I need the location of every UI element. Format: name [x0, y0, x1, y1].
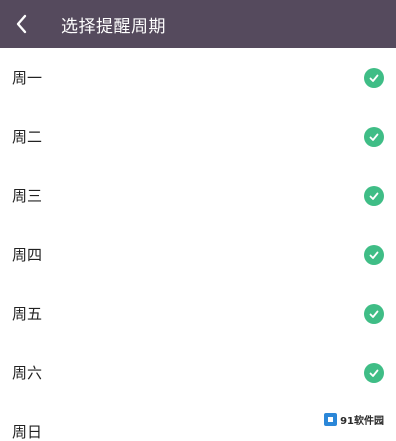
check-icon [364, 362, 384, 383]
top-bar: 选择提醒周期 [0, 0, 396, 48]
day-label: 周六 [12, 364, 43, 382]
check-icon [364, 185, 384, 206]
chevron-left-icon [16, 14, 27, 34]
day-row-tuesday[interactable]: 周二 [0, 107, 396, 166]
watermark: 91软件园 [324, 412, 384, 427]
watermark-logo-icon [324, 413, 338, 426]
day-list: 周一 周二 周三 周四 周五 周六 周日 [0, 48, 396, 441]
screen: 选择提醒周期 周一 周二 周三 周四 周五 周六 周日 91软件园 [0, 0, 396, 441]
day-row-monday[interactable]: 周一 [0, 48, 396, 107]
check-icon [364, 126, 384, 147]
watermark-text: 91软件园 [340, 416, 384, 427]
day-label: 周日 [12, 423, 43, 441]
day-row-thursday[interactable]: 周四 [0, 225, 396, 284]
check-icon [364, 67, 384, 88]
day-row-friday[interactable]: 周五 [0, 284, 396, 343]
back-button[interactable] [0, 0, 44, 48]
check-icon [364, 303, 384, 324]
day-label: 周一 [12, 69, 43, 87]
day-label: 周二 [12, 128, 43, 146]
day-label: 周四 [12, 246, 43, 264]
day-label: 周三 [12, 187, 43, 205]
check-icon [364, 244, 384, 265]
page-title: 选择提醒周期 [61, 16, 166, 37]
day-row-saturday[interactable]: 周六 [0, 343, 396, 402]
day-row-wednesday[interactable]: 周三 [0, 166, 396, 225]
day-label: 周五 [12, 305, 43, 323]
